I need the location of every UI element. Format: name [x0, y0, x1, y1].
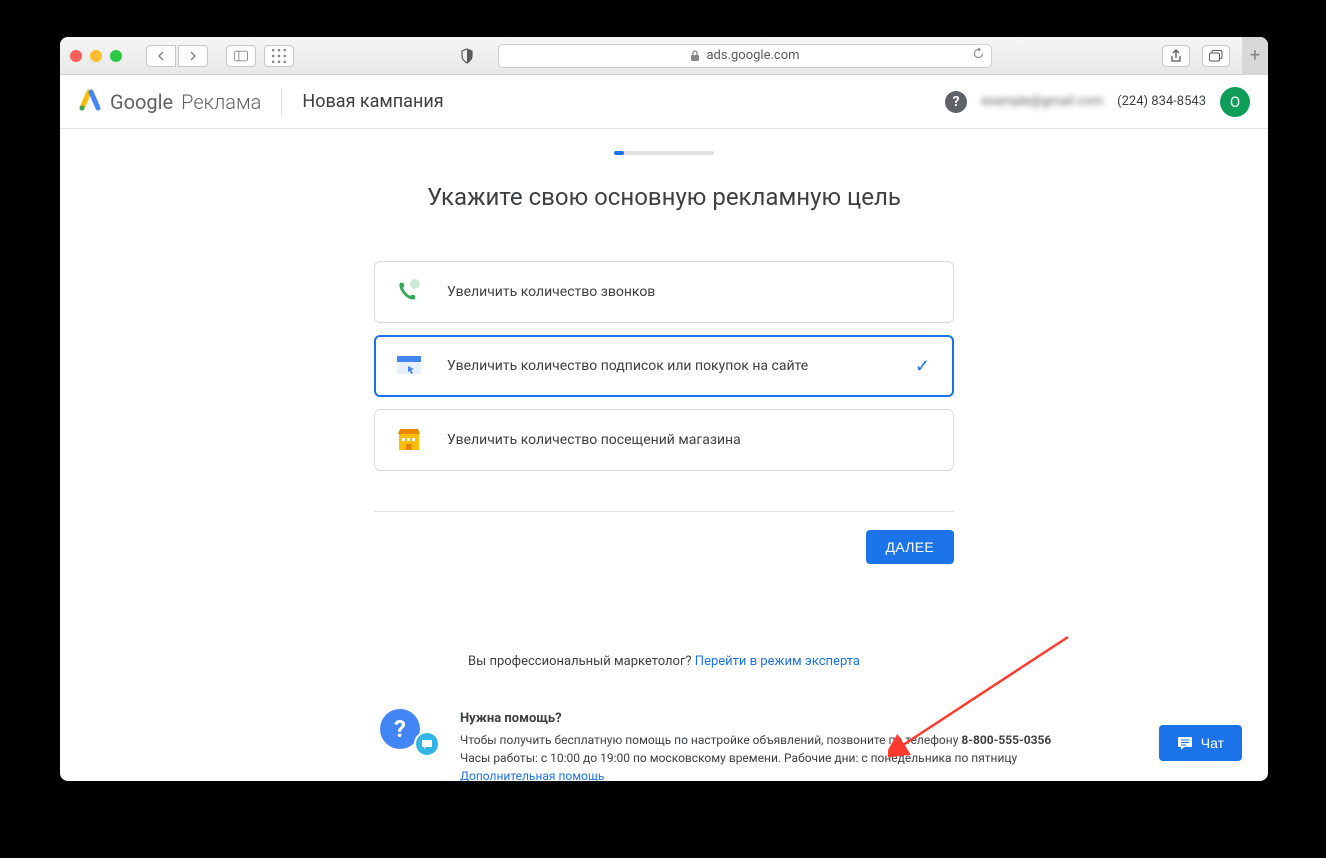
goal-option-calls[interactable]: Увеличить количество звонков [374, 261, 954, 323]
page-content: Укажите свою основную рекламную цель Уве… [60, 129, 1268, 781]
chat-bubble-icon [414, 731, 440, 757]
phone-icon [395, 278, 423, 306]
help-line1: Чтобы получить бесплатную помощь по наст… [460, 731, 1051, 749]
tabs-button[interactable] [1202, 45, 1230, 67]
page-header: Google Реклама Новая кампания ? example@… [60, 75, 1268, 129]
help-section: ? Нужна помощь? Чтобы получить бесплатну… [380, 709, 1228, 781]
ads-logo-icon [78, 88, 102, 116]
chat-button[interactable]: Чат [1159, 725, 1242, 761]
help-icons: ? [380, 709, 440, 755]
account-email: example@gmail.com [981, 94, 1103, 109]
progress-fill [614, 151, 624, 155]
help-text: Нужна помощь? Чтобы получить бесплатную … [460, 709, 1051, 781]
maximize-window-button[interactable] [110, 50, 122, 62]
toolbar-right: + [1162, 37, 1258, 75]
goal-option-signups[interactable]: Увеличить количество подписок или покупо… [374, 335, 954, 397]
google-text: Google [110, 90, 173, 114]
check-icon: ✓ [915, 356, 930, 377]
url-text: ads.google.com [706, 48, 799, 63]
new-tab-button[interactable]: + [1242, 37, 1268, 75]
account-avatar[interactable]: O [1220, 87, 1250, 117]
browser-window: ads.google.com + Google Реклама Новая ка… [60, 37, 1268, 781]
start-page-button[interactable] [264, 45, 294, 67]
next-row: ДАЛЕЕ [374, 530, 954, 564]
expert-mode-row: Вы профессиональный маркетолог? Перейти … [100, 654, 1228, 669]
progress-bar [614, 151, 714, 155]
additional-help-link[interactable]: Дополнительная помощь [460, 769, 604, 782]
close-window-button[interactable] [70, 50, 82, 62]
store-icon [395, 426, 423, 454]
minimize-window-button[interactable] [90, 50, 102, 62]
help-title: Нужна помощь? [460, 709, 1051, 729]
goal-option-visits[interactable]: Увеличить количество посещений магазина [374, 409, 954, 471]
share-button[interactable] [1162, 45, 1190, 67]
chat-icon [1177, 735, 1193, 751]
page-title: Новая кампания [302, 91, 443, 112]
browser-toolbar: ads.google.com + [60, 37, 1268, 75]
expert-question: Вы профессиональный маркетолог? [468, 654, 695, 669]
google-ads-logo[interactable]: Google Реклама [78, 88, 261, 116]
separator [281, 88, 282, 116]
reload-button[interactable] [972, 47, 985, 64]
header-right: ? example@gmail.com (224) 834-8543 O [945, 87, 1250, 117]
privacy-shield-button[interactable] [452, 45, 482, 67]
account-phone: (224) 834-8543 [1117, 94, 1206, 109]
goal-label: Увеличить количество подписок или покупо… [447, 358, 808, 374]
chat-label: Чат [1201, 735, 1224, 751]
forward-button[interactable] [178, 45, 208, 67]
goal-label: Увеличить количество посещений магазина [447, 432, 741, 448]
navigation-buttons [146, 45, 208, 67]
lock-icon [690, 50, 700, 62]
product-text: Реклама [181, 90, 261, 114]
next-button[interactable]: ДАЛЕЕ [866, 530, 955, 564]
back-button[interactable] [146, 45, 176, 67]
goal-options: Увеличить количество звонков Увеличить к… [374, 261, 954, 471]
sidebar-toggle-button[interactable] [226, 45, 256, 67]
address-bar[interactable]: ads.google.com [498, 44, 992, 68]
window-controls [70, 50, 122, 62]
browser-icon [395, 352, 423, 380]
expert-mode-link[interactable]: Перейти в режим эксперта [695, 654, 860, 669]
main-heading: Укажите свою основную рекламную цель [100, 183, 1228, 211]
help-phone: 8-800-555-0356 [961, 733, 1051, 747]
divider [374, 511, 954, 512]
help-hours: Часы работы: с 10:00 до 19:00 по московс… [460, 749, 1051, 767]
help-button[interactable]: ? [945, 91, 967, 113]
goal-label: Увеличить количество звонков [447, 284, 655, 300]
